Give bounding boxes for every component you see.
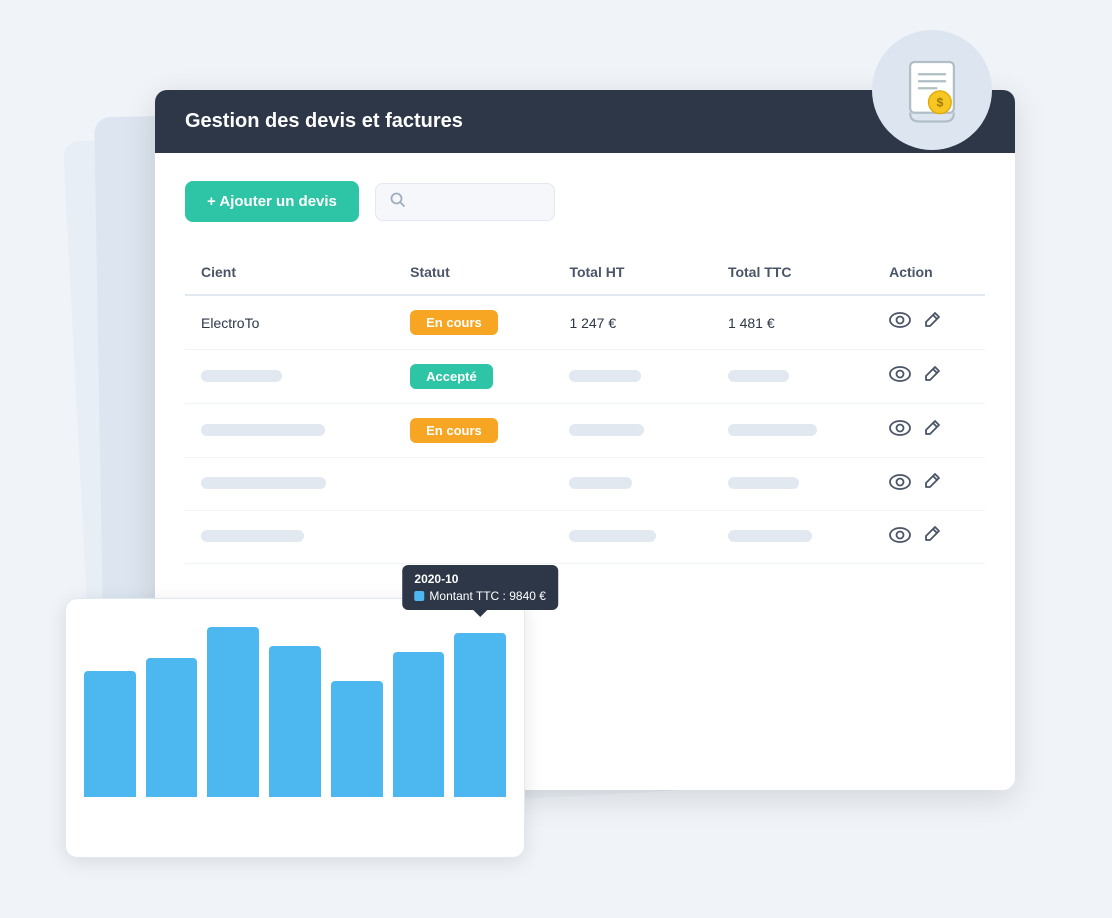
- view-icon[interactable]: [889, 473, 911, 496]
- cell-total-ht: [553, 404, 712, 458]
- status-badge: En cours: [410, 310, 498, 335]
- cell-client: [185, 350, 394, 404]
- cell-action: [873, 511, 985, 564]
- col-total-ht: Total HT: [553, 250, 712, 295]
- cell-client: ElectroTo: [185, 295, 394, 350]
- search-icon: [390, 192, 406, 212]
- cell-action: [873, 350, 985, 404]
- table-row: [185, 511, 985, 564]
- svg-text:$: $: [936, 96, 943, 110]
- toolbar: + Ajouter un devis: [185, 181, 985, 222]
- edit-icon[interactable]: [923, 311, 941, 335]
- chart-bar[interactable]: 2020-10Montant TTC : 9840 €: [454, 633, 506, 797]
- cell-client: [185, 511, 394, 564]
- chart-area: 2020-10Montant TTC : 9840 €: [84, 617, 506, 797]
- cell-total-ttc: [712, 458, 873, 511]
- page-title: Gestion des devis et factures: [185, 110, 463, 133]
- view-icon[interactable]: [889, 365, 911, 388]
- edit-icon[interactable]: [923, 472, 941, 496]
- chart-bar[interactable]: [84, 671, 136, 797]
- table-wrap: Cient Statut Total HT Total TTC Action E…: [185, 250, 985, 564]
- cell-action: [873, 404, 985, 458]
- cell-total-ht: [553, 511, 712, 564]
- cell-total-ht: 1 247 €: [553, 295, 712, 350]
- search-input[interactable]: [414, 194, 534, 210]
- status-badge: En cours: [410, 418, 498, 443]
- cell-statut: Accepté: [394, 350, 553, 404]
- cell-total-ttc: [712, 404, 873, 458]
- cell-total-ttc: [712, 511, 873, 564]
- status-badge: Accepté: [410, 364, 493, 389]
- col-total-ttc: Total TTC: [712, 250, 873, 295]
- chart-bar[interactable]: [393, 652, 445, 797]
- edit-icon[interactable]: [923, 365, 941, 389]
- invoice-icon-circle: $: [872, 30, 992, 150]
- cell-total-ttc: [712, 350, 873, 404]
- main-table: Cient Statut Total HT Total TTC Action E…: [185, 250, 985, 564]
- table-header-row: Cient Statut Total HT Total TTC Action: [185, 250, 985, 295]
- col-action: Action: [873, 250, 985, 295]
- cell-statut: En cours: [394, 295, 553, 350]
- cell-action: [873, 458, 985, 511]
- table-row: En cours: [185, 404, 985, 458]
- cell-action: [873, 295, 985, 350]
- add-devis-button[interactable]: + Ajouter un devis: [185, 181, 359, 222]
- cell-client: [185, 404, 394, 458]
- chart-card: 2020-10Montant TTC : 9840 €: [65, 598, 525, 858]
- col-statut: Statut: [394, 250, 553, 295]
- chart-bar[interactable]: [146, 658, 198, 797]
- edit-icon[interactable]: [923, 525, 941, 549]
- col-client: Cient: [185, 250, 394, 295]
- cell-statut: [394, 458, 553, 511]
- chart-bar[interactable]: [207, 627, 259, 797]
- cell-statut: En cours: [394, 404, 553, 458]
- chart-bar[interactable]: [269, 646, 321, 797]
- view-icon[interactable]: [889, 419, 911, 442]
- search-box: [375, 183, 555, 221]
- table-row: Accepté: [185, 350, 985, 404]
- cell-statut: [394, 511, 553, 564]
- cell-total-ttc: 1 481 €: [712, 295, 873, 350]
- cell-total-ht: [553, 350, 712, 404]
- table-row: ElectroTo En cours 1 247 €1 481 €: [185, 295, 985, 350]
- view-icon[interactable]: [889, 526, 911, 549]
- chart-bar[interactable]: [331, 681, 383, 797]
- table-row: [185, 458, 985, 511]
- edit-icon[interactable]: [923, 419, 941, 443]
- cell-total-ht: [553, 458, 712, 511]
- view-icon[interactable]: [889, 311, 911, 334]
- cell-client: [185, 458, 394, 511]
- main-content: + Ajouter un devis Cient Statut: [155, 153, 1015, 584]
